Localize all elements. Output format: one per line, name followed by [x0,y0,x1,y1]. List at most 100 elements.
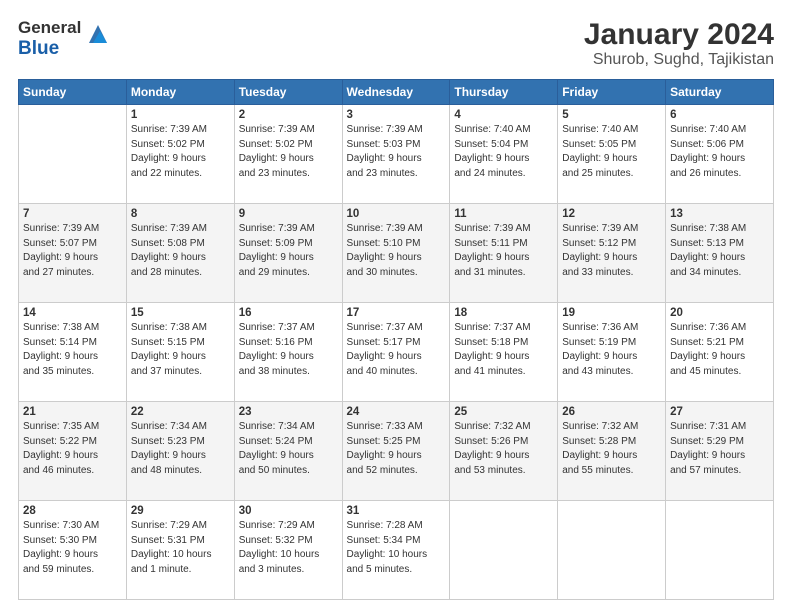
day-number: 9 [239,208,338,220]
table-row: 19 Sunrise: 7:36 AM Sunset: 5:19 PM Dayli… [558,303,666,402]
table-row: 23 Sunrise: 7:34 AM Sunset: 5:24 PM Dayli… [234,402,342,501]
day-number: 17 [347,307,446,319]
table-row: 13Sunrise: 7:38 AM Sunset: 5:13 PM Dayli… [666,204,774,303]
day-info: Sunrise: 7:40 AM Sunset: 5:06 PM Dayligh… [670,123,769,181]
day-info: Sunrise: 7:39 AM Sunset: 5:08 PM Dayligh… [131,222,230,280]
day-info: Sunrise: 7:39 AM Sunset: 5:07 PM Dayligh… [23,222,122,280]
day-info: Sunrise: 7:39 AM Sunset: 5:02 PM Dayligh… [131,123,230,181]
day-header-tuesday: Tuesday [234,80,342,105]
table-row [19,105,127,204]
table-row: 5 Sunrise: 7:40 AM Sunset: 5:05 PM Daylig… [558,105,666,204]
day-info: Sunrise: 7:34 AM Sunset: 5:23 PM Dayligh… [131,420,230,478]
day-number: 23 [239,406,338,418]
day-info: Sunrise: 7:37 AM Sunset: 5:17 PM Dayligh… [347,321,446,379]
day-number: 29 [131,505,230,517]
day-info: Sunrise: 7:40 AM Sunset: 5:04 PM Dayligh… [454,123,553,181]
day-number: 8 [131,208,230,220]
day-info: Sunrise: 7:32 AM Sunset: 5:28 PM Dayligh… [562,420,661,478]
day-number: 18 [454,307,553,319]
day-info: Sunrise: 7:38 AM Sunset: 5:13 PM Dayligh… [670,222,769,280]
title-block: January 2024 Shurob, Sughd, Tajikistan [584,18,774,69]
table-row: 3 Sunrise: 7:39 AM Sunset: 5:03 PM Daylig… [342,105,450,204]
table-row: 15Sunrise: 7:38 AM Sunset: 5:15 PM Dayli… [126,303,234,402]
day-info: Sunrise: 7:38 AM Sunset: 5:14 PM Dayligh… [23,321,122,379]
calendar-page: General Blue January 2024 Shurob, Sughd,… [0,0,792,612]
calendar-week-2: 14 Sunrise: 7:38 AM Sunset: 5:14 PM Dayli… [19,303,774,402]
day-header-sunday: Sunday [19,80,127,105]
logo-general: General [18,18,81,37]
table-row [558,501,666,600]
calendar-header-row: SundayMondayTuesdayWednesdayThursdayFrid… [19,80,774,105]
calendar-week-4: 28 Sunrise: 7:30 AM Sunset: 5:30 PM Dayli… [19,501,774,600]
day-number: 5 [562,109,661,121]
table-row: 7Sunrise: 7:39 AM Sunset: 5:07 PM Daylig… [19,204,127,303]
table-row: 26 Sunrise: 7:32 AM Sunset: 5:28 PM Dayli… [558,402,666,501]
table-row: 14 Sunrise: 7:38 AM Sunset: 5:14 PM Dayli… [19,303,127,402]
table-row: 16Sunrise: 7:37 AM Sunset: 5:16 PM Dayli… [234,303,342,402]
day-info: Sunrise: 7:34 AM Sunset: 5:24 PM Dayligh… [239,420,338,478]
day-info: Sunrise: 7:31 AM Sunset: 5:29 PM Dayligh… [670,420,769,478]
day-number: 19 [562,307,661,319]
day-info: Sunrise: 7:39 AM Sunset: 5:10 PM Dayligh… [347,222,446,280]
day-number: 11 [454,208,553,220]
table-row: 17 Sunrise: 7:37 AM Sunset: 5:17 PM Dayli… [342,303,450,402]
table-row: 1Sunrise: 7:39 AM Sunset: 5:02 PM Daylig… [126,105,234,204]
logo: General Blue [18,18,111,59]
day-info: Sunrise: 7:36 AM Sunset: 5:19 PM Dayligh… [562,321,661,379]
table-row [450,501,558,600]
day-info: Sunrise: 7:35 AM Sunset: 5:22 PM Dayligh… [23,420,122,478]
calendar-week-1: 7Sunrise: 7:39 AM Sunset: 5:07 PM Daylig… [19,204,774,303]
day-number: 25 [454,406,553,418]
day-info: Sunrise: 7:39 AM Sunset: 5:11 PM Dayligh… [454,222,553,280]
page-title: January 2024 [584,18,774,51]
table-row: 27 Sunrise: 7:31 AM Sunset: 5:29 PM Dayli… [666,402,774,501]
table-row: 2Sunrise: 7:39 AM Sunset: 5:02 PM Daylig… [234,105,342,204]
calendar-table: SundayMondayTuesdayWednesdayThursdayFrid… [18,79,774,600]
day-header-thursday: Thursday [450,80,558,105]
day-number: 21 [23,406,122,418]
table-row: 20 Sunrise: 7:36 AM Sunset: 5:21 PM Dayli… [666,303,774,402]
day-number: 31 [347,505,446,517]
day-number: 14 [23,307,122,319]
day-number: 30 [239,505,338,517]
table-row: 18Sunrise: 7:37 AM Sunset: 5:18 PM Dayli… [450,303,558,402]
day-number: 26 [562,406,661,418]
day-number: 15 [131,307,230,319]
day-number: 16 [239,307,338,319]
calendar-week-3: 21 Sunrise: 7:35 AM Sunset: 5:22 PM Dayli… [19,402,774,501]
logo-icon [85,21,111,52]
day-info: Sunrise: 7:36 AM Sunset: 5:21 PM Dayligh… [670,321,769,379]
table-row: 24Sunrise: 7:33 AM Sunset: 5:25 PM Dayli… [342,402,450,501]
table-row: 4 Sunrise: 7:40 AM Sunset: 5:04 PM Daylig… [450,105,558,204]
table-row: 29 Sunrise: 7:29 AM Sunset: 5:31 PM Dayli… [126,501,234,600]
day-info: Sunrise: 7:29 AM Sunset: 5:31 PM Dayligh… [131,519,230,577]
day-number: 27 [670,406,769,418]
day-info: Sunrise: 7:32 AM Sunset: 5:26 PM Dayligh… [454,420,553,478]
day-number: 4 [454,109,553,121]
table-row [666,501,774,600]
day-info: Sunrise: 7:30 AM Sunset: 5:30 PM Dayligh… [23,519,122,577]
day-number: 28 [23,505,122,517]
day-info: Sunrise: 7:33 AM Sunset: 5:25 PM Dayligh… [347,420,446,478]
day-number: 20 [670,307,769,319]
day-header-saturday: Saturday [666,80,774,105]
header: General Blue January 2024 Shurob, Sughd,… [18,18,774,69]
day-number: 3 [347,109,446,121]
table-row: 31Sunrise: 7:28 AM Sunset: 5:34 PM Dayli… [342,501,450,600]
day-number: 6 [670,109,769,121]
table-row: 21 Sunrise: 7:35 AM Sunset: 5:22 PM Dayli… [19,402,127,501]
day-info: Sunrise: 7:39 AM Sunset: 5:09 PM Dayligh… [239,222,338,280]
calendar-week-0: 1Sunrise: 7:39 AM Sunset: 5:02 PM Daylig… [19,105,774,204]
day-info: Sunrise: 7:40 AM Sunset: 5:05 PM Dayligh… [562,123,661,181]
day-info: Sunrise: 7:39 AM Sunset: 5:03 PM Dayligh… [347,123,446,181]
logo-blue: Blue [18,38,59,59]
table-row: 9 Sunrise: 7:39 AM Sunset: 5:09 PM Daylig… [234,204,342,303]
day-number: 12 [562,208,661,220]
day-number: 22 [131,406,230,418]
day-header-friday: Friday [558,80,666,105]
table-row: 12Sunrise: 7:39 AM Sunset: 5:12 PM Dayli… [558,204,666,303]
table-row: 30Sunrise: 7:29 AM Sunset: 5:32 PM Dayli… [234,501,342,600]
page-subtitle: Shurob, Sughd, Tajikistan [584,51,774,69]
day-number: 10 [347,208,446,220]
day-info: Sunrise: 7:39 AM Sunset: 5:02 PM Dayligh… [239,123,338,181]
